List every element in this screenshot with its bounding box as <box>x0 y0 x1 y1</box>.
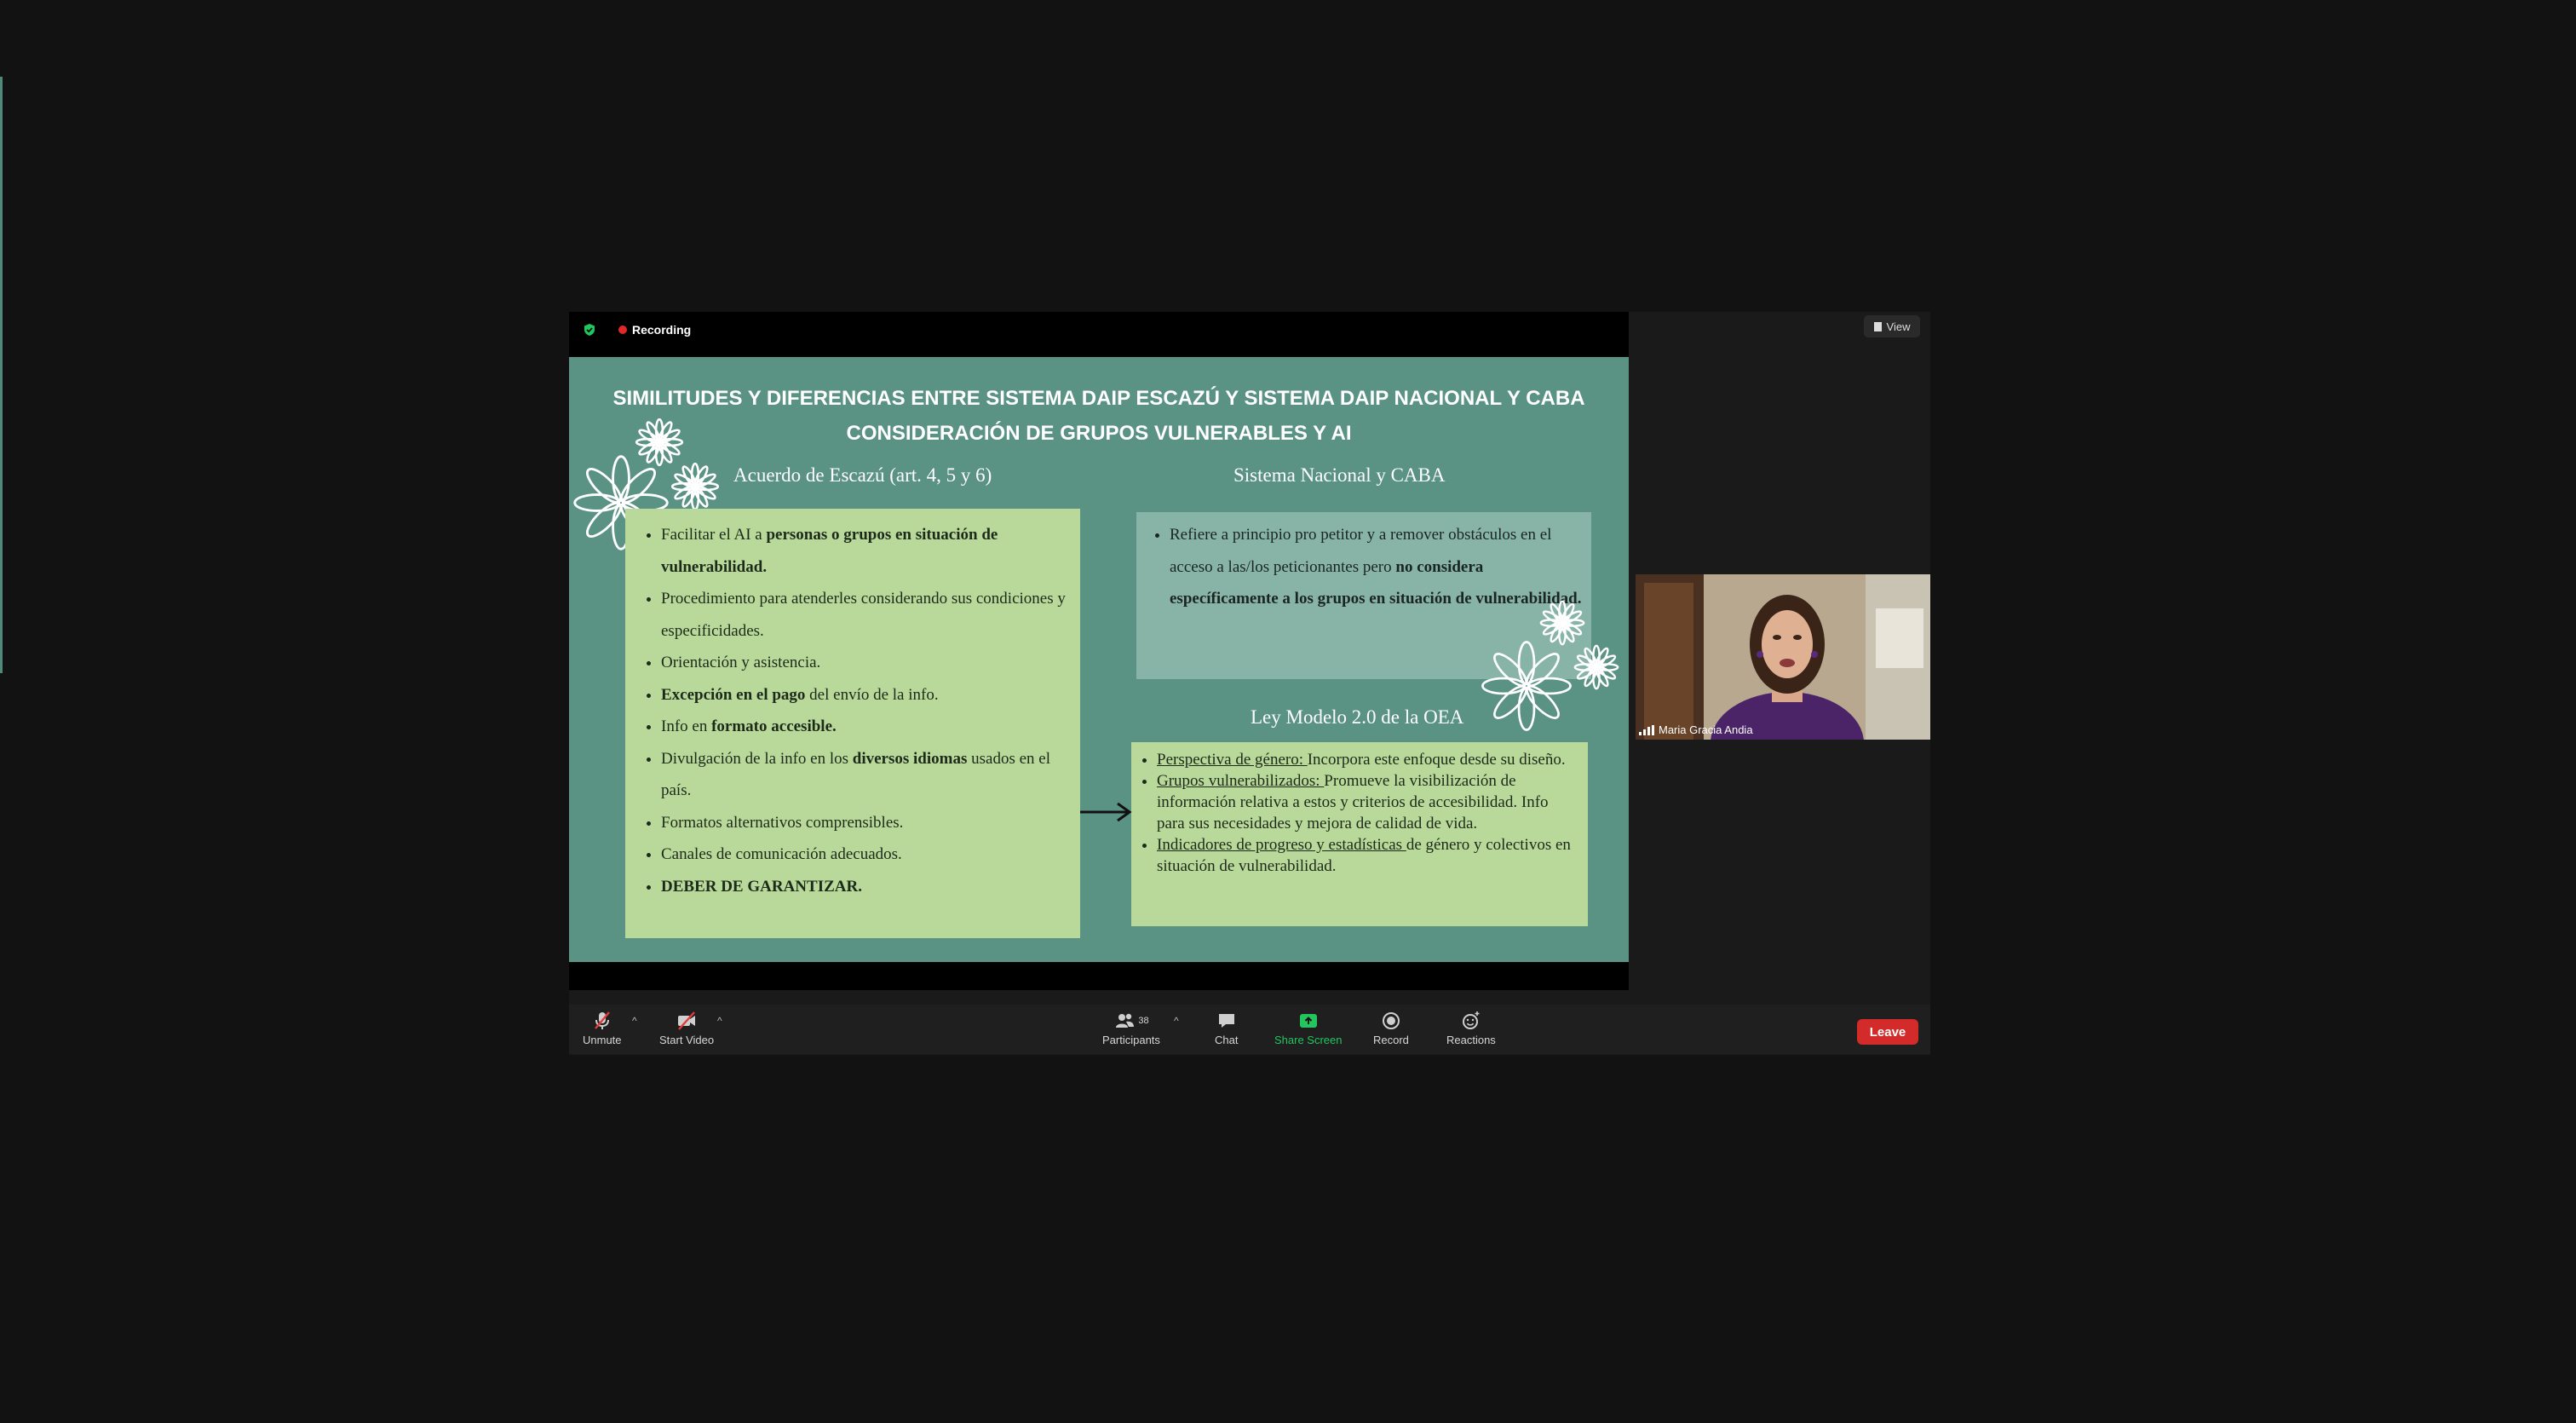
chat-bubble-icon <box>1218 1014 1234 1028</box>
view-label: View <box>1886 320 1911 333</box>
record-icon <box>1382 1012 1400 1029</box>
meeting-toolbar: Unmute ^ Start Video ^ 38 Participants ^… <box>569 1005 1930 1054</box>
zoom-meeting-window: Recording SIMILITUDES Y DIFERENCIAS ENTR… <box>569 312 1930 1055</box>
participants-button[interactable]: 38 Participants <box>1102 1010 1160 1046</box>
oea-item: Grupos vulnerabilizados: Promueve la vis… <box>1157 770 1573 834</box>
chat-label: Chat <box>1215 1034 1239 1046</box>
share-screen-label: Share Screen <box>1274 1034 1343 1046</box>
escazu-item: Canales de comunicación adecuados. <box>661 838 1080 871</box>
recording-label: Recording <box>632 323 692 337</box>
escazu-list: Facilitar el AI a personas o grupos en s… <box>625 509 1080 902</box>
escazu-item: Formatos alternativos comprensibles. <box>661 807 1080 839</box>
window-edge-accent <box>0 77 3 673</box>
flower-small-decoration-icon <box>670 462 720 511</box>
slide-title-line-2: CONSIDERACIÓN DE GRUPOS VULNERABLES Y AI <box>846 422 1352 445</box>
flower-small-decoration-icon <box>1573 644 1619 690</box>
flower-small-decoration-icon <box>1539 600 1585 646</box>
unmute-label: Unmute <box>583 1034 622 1046</box>
start-video-button[interactable]: Start Video <box>659 1010 714 1046</box>
escazu-item: DEBER DE GARANTIZAR. <box>661 871 1080 903</box>
security-shield-icon[interactable] <box>583 323 596 337</box>
participant-video-tile[interactable]: Maria Gracia Andia <box>1636 574 1930 740</box>
slide-title: SIMILITUDES Y DIFERENCIAS ENTRE SISTEMA … <box>569 381 1629 451</box>
reactions-button[interactable]: Reactions <box>1446 1010 1496 1046</box>
share-screen-icon <box>1299 1014 1317 1028</box>
oea-box: Perspectiva de género: Incorpora este en… <box>1131 742 1588 926</box>
flower-decoration-icon <box>1481 641 1572 731</box>
sistema-nacional-item: Refiere a principio pro petitor y a remo… <box>1170 519 1586 615</box>
record-label: Record <box>1373 1034 1409 1046</box>
escazu-box: Facilitar el AI a personas o grupos en s… <box>625 509 1080 938</box>
participants-icon <box>1116 1013 1135 1028</box>
participants-label: Participants <box>1102 1034 1160 1046</box>
microphone-muted-icon <box>594 1011 610 1029</box>
right-column-heading: Sistema Nacional y CABA <box>1233 464 1446 486</box>
chat-button[interactable]: Chat <box>1215 1010 1238 1046</box>
reactions-label: Reactions <box>1446 1034 1496 1046</box>
record-button[interactable]: Record <box>1373 1010 1409 1046</box>
left-column-heading: Acuerdo de Escazú (art. 4, 5 y 6) <box>733 464 992 486</box>
oea-heading: Ley Modelo 2.0 de la OEA <box>1251 706 1464 728</box>
presentation-slide: SIMILITUDES Y DIFERENCIAS ENTRE SISTEMA … <box>569 357 1629 962</box>
escazu-item: Info en formato accesible. <box>661 711 1080 743</box>
participants-count: 38 <box>1138 1016 1149 1026</box>
video-options-caret-icon[interactable]: ^ <box>717 1015 722 1027</box>
recording-indicator: Recording <box>583 317 691 343</box>
participant-video-frame <box>1636 574 1930 740</box>
signal-strength-icon <box>1639 724 1654 735</box>
escazu-item: Orientación y asistencia. <box>661 647 1080 679</box>
escazu-item: Excepción en el pago del envío de la inf… <box>661 679 1080 712</box>
oea-item: Perspectiva de género: Incorpora este en… <box>1157 749 1573 770</box>
sistema-nacional-list: Refiere a principio pro petitor y a remo… <box>1136 512 1591 615</box>
escazu-item: Facilitar el AI a personas o grupos en s… <box>661 519 1080 583</box>
view-grid-icon <box>1873 321 1882 331</box>
share-screen-button[interactable]: Share Screen <box>1274 1010 1343 1046</box>
participants-options-caret-icon[interactable]: ^ <box>1174 1015 1179 1027</box>
audio-options-caret-icon[interactable]: ^ <box>632 1015 637 1027</box>
participant-name: Maria Gracia Andia <box>1659 723 1753 736</box>
arrow-right-icon <box>1080 802 1132 822</box>
start-video-label: Start Video <box>659 1034 715 1046</box>
participant-name-label: Maria Gracia Andia <box>1639 723 1753 736</box>
shared-screen: Recording SIMILITUDES Y DIFERENCIAS ENTR… <box>569 312 1629 990</box>
unmute-button[interactable]: Unmute <box>583 1010 622 1046</box>
oea-item: Indicadores de progreso y estadísticas d… <box>1157 834 1573 877</box>
recording-dot-icon <box>618 326 627 334</box>
slide-title-line-1: SIMILITUDES Y DIFERENCIAS ENTRE SISTEMA … <box>612 387 1585 410</box>
escazu-item: Procedimiento para atenderles consideran… <box>661 583 1080 647</box>
reactions-smiley-icon <box>1462 1011 1480 1029</box>
oea-list: Perspectiva de género: Incorpora este en… <box>1131 742 1588 877</box>
escazu-item: Divulgación de la info en los diversos i… <box>661 743 1080 807</box>
view-button[interactable]: View <box>1864 315 1920 337</box>
leave-button[interactable]: Leave <box>1857 1019 1918 1045</box>
video-camera-off-icon <box>678 1011 696 1030</box>
